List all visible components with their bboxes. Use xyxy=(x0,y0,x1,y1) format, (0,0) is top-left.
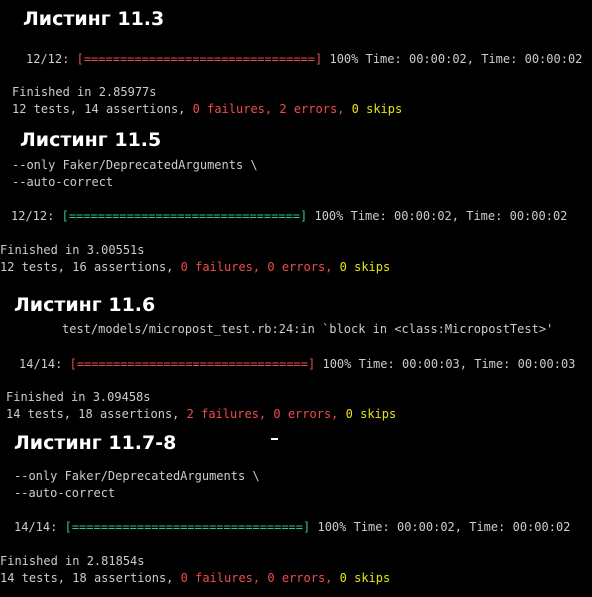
errors-count: 0 errors, xyxy=(267,260,333,274)
tests-count: 14 tests, xyxy=(0,571,66,585)
summary-line: 14 tests, 18 assertions, 2 failures, 0 e… xyxy=(6,406,396,422)
finished-line: Finished in 2.85977s xyxy=(12,85,157,99)
errors-count: 2 errors, xyxy=(279,102,345,116)
time-value: 00:00:02 xyxy=(512,520,571,534)
assertions-count: 14 assertions, xyxy=(84,102,186,116)
progress-percent: 100% xyxy=(317,520,347,534)
time-value: 00:00:03 xyxy=(517,357,576,371)
skips-count: 0 skips xyxy=(351,102,403,116)
time-label: Time: xyxy=(350,209,387,223)
finished-line: Finished in 2.81854s xyxy=(0,554,145,568)
errors-count: 0 errors, xyxy=(267,571,333,585)
progress-count: 12/12: xyxy=(26,52,70,66)
skips-count: 0 skips xyxy=(345,407,397,421)
failures-count: 0 failures, xyxy=(180,260,261,274)
time-label: Time: xyxy=(469,520,506,534)
assertions-count: 18 assertions, xyxy=(78,407,180,421)
progress-percent: 100% xyxy=(314,209,344,223)
summary-line: 14 tests, 18 assertions, 0 failures, 0 e… xyxy=(0,570,390,586)
progress-line: 12/12: [================================… xyxy=(11,208,567,224)
time-label: Time: xyxy=(466,209,503,223)
skips-count: 0 skips xyxy=(339,260,391,274)
progress-line: 14/14: [================================… xyxy=(19,356,575,372)
listing-11-7-8-title: Листинг 11.7-8 xyxy=(14,432,177,454)
progress-bar: [================================] xyxy=(64,520,311,534)
terminal-screenshot: { "listing_1": { "title": "Листинг 11.3"… xyxy=(0,0,592,597)
summary-line: 12 tests, 16 assertions, 0 failures, 0 e… xyxy=(0,259,390,275)
progress-bar: [================================] xyxy=(76,52,323,66)
time-value: 00:00:02 xyxy=(524,52,583,66)
assertions-count: 16 assertions, xyxy=(72,260,174,274)
tests-count: 12 tests, xyxy=(0,260,66,274)
progress-line: 12/12: [================================… xyxy=(26,51,582,67)
progress-line: 14/14: [================================… xyxy=(14,519,570,535)
time-label: Time: xyxy=(474,357,511,371)
trace-line: test/models/micropost_test.rb:24:in `blo… xyxy=(62,322,554,336)
skips-count: 0 skips xyxy=(339,571,391,585)
listing-11-5-title: Листинг 11.5 xyxy=(20,129,162,151)
failures-count: 0 failures, xyxy=(180,571,261,585)
progress-bar: [================================] xyxy=(69,357,316,371)
errors-count: 0 errors, xyxy=(273,407,339,421)
failures-count: 2 failures, xyxy=(186,407,267,421)
finished-line: Finished in 3.00551s xyxy=(0,243,145,257)
command-line: --only Faker/DeprecatedArguments \ xyxy=(14,469,260,483)
finished-line: Finished in 3.09458s xyxy=(6,390,151,404)
progress-count: 12/12: xyxy=(11,209,55,223)
time-value: 00:00:02 xyxy=(509,209,568,223)
listing-11-3-title: Листинг 11.3 xyxy=(23,8,165,30)
progress-bar: [================================] xyxy=(61,209,308,223)
time-label: Time: xyxy=(481,52,518,66)
command-line: --auto-correct xyxy=(12,175,114,189)
progress-count: 14/14: xyxy=(14,520,58,534)
tests-count: 12 tests, xyxy=(12,102,78,116)
progress-percent: 100% xyxy=(329,52,359,66)
progress-percent: 100% xyxy=(322,357,352,371)
progress-count: 14/14: xyxy=(19,357,63,371)
time-label: Time: xyxy=(353,520,390,534)
command-line: --auto-correct xyxy=(14,486,116,500)
dash-mark xyxy=(271,438,278,440)
listing-11-6-title: Листинг 11.6 xyxy=(14,294,156,316)
time-label: Time: xyxy=(365,52,402,66)
command-line: --only Faker/DeprecatedArguments \ xyxy=(12,158,258,172)
time-value: 00:00:02, xyxy=(396,520,462,534)
time-value: 00:00:03, xyxy=(401,357,467,371)
time-label: Time: xyxy=(358,357,395,371)
failures-count: 0 failures, xyxy=(192,102,273,116)
summary-line: 12 tests, 14 assertions, 0 failures, 2 e… xyxy=(12,101,402,117)
time-value: 00:00:02, xyxy=(408,52,474,66)
tests-count: 14 tests, xyxy=(6,407,72,421)
time-value: 00:00:02, xyxy=(393,209,459,223)
assertions-count: 18 assertions, xyxy=(72,571,174,585)
